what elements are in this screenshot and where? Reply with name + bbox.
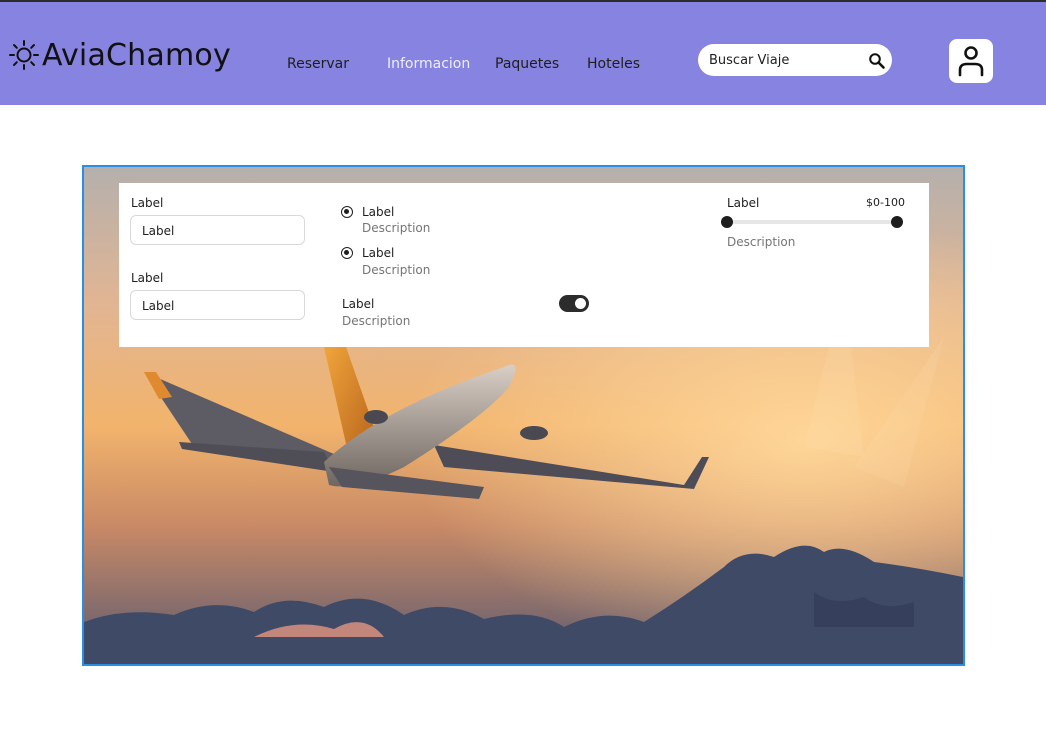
range-slider-min-thumb[interactable] [721, 216, 733, 228]
toggle-label: Label [342, 297, 375, 311]
radio-option-1-label: Label [362, 205, 395, 219]
text-input-2-value: Label [142, 299, 175, 313]
toggle-description: Description [342, 314, 411, 328]
text-input-2[interactable]: Label [130, 290, 305, 320]
toggle-knob [575, 298, 586, 309]
text-input-1-value: Label [142, 224, 175, 238]
text-input-1[interactable]: Label [130, 215, 305, 245]
radio-option-2-description: Description [362, 263, 431, 277]
nav-link-reservar[interactable]: Reservar [287, 56, 349, 72]
nav-link-hoteles[interactable]: Hoteles [587, 56, 640, 72]
search-icon[interactable] [868, 52, 886, 70]
radio-option-2-label: Label [362, 246, 395, 260]
range-value: $0-100 [866, 196, 905, 209]
radio-option-1-description: Description [362, 221, 431, 235]
brand-logo[interactable]: AviaChamoy [8, 35, 231, 75]
sun-icon [9, 40, 39, 70]
nav-link-informacion[interactable]: Informacion [387, 56, 470, 72]
range-slider-fill [727, 220, 897, 224]
toggle-switch[interactable] [559, 295, 589, 312]
filter-panel: Label Label Label Label Label Descriptio… [119, 183, 929, 347]
input-1-label: Label [131, 196, 164, 210]
range-slider-track[interactable] [721, 216, 903, 228]
nav-link-paquetes[interactable]: Paquetes [495, 56, 559, 72]
search-text: Buscar Viaje [709, 53, 790, 68]
radio-option-1[interactable] [341, 206, 353, 218]
brand-name: AviaChamoy [42, 37, 231, 73]
range-description: Description [727, 235, 796, 249]
user-icon [958, 46, 984, 77]
input-2-label: Label [131, 271, 164, 285]
range-slider-max-thumb[interactable] [891, 216, 903, 228]
navbar: AviaChamoy Reservar Informacion Paquetes… [0, 2, 1046, 105]
search-input[interactable]: Buscar Viaje [698, 44, 892, 76]
radio-option-2[interactable] [341, 247, 353, 259]
range-label: Label [727, 196, 760, 210]
user-button[interactable] [949, 39, 993, 83]
